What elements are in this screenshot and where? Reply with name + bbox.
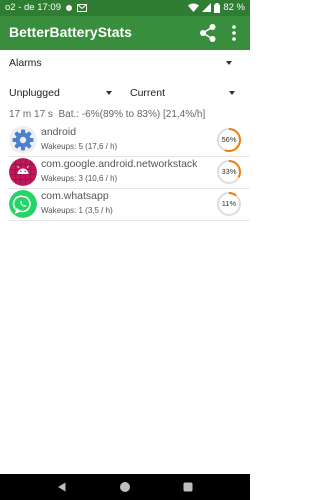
percent-ring: 56% — [216, 127, 242, 153]
app-title: BetterBatteryStats — [9, 24, 132, 40]
summary-battery: Bat.: -6%(89% to 83%) [21,4%/h] — [58, 109, 206, 120]
back-icon[interactable] — [57, 482, 67, 492]
percent-label: 11% — [221, 199, 237, 208]
chevron-down-icon — [226, 61, 232, 65]
wakeups-label: Wakeups: 3 (10,6 / h) — [41, 174, 118, 183]
chevron-down-icon — [106, 91, 112, 95]
divider — [9, 220, 250, 221]
notification-dot-icon — [66, 4, 72, 11]
more-options-icon[interactable] — [228, 23, 240, 43]
share-icon[interactable] — [198, 23, 218, 43]
battery-icon — [214, 2, 221, 13]
list-item[interactable]: com.google.android.networkstack Wakeups:… — [0, 157, 250, 189]
summary-duration: 17 m 17 s — [9, 109, 53, 120]
status-bar: o2 - de 17:09 82 % — [0, 0, 250, 16]
android-robot-icon — [9, 158, 37, 186]
percent-label: 33% — [221, 167, 237, 176]
carrier-time: o2 - de 17:09 — [5, 2, 61, 13]
reference-from-value: Unplugged — [9, 87, 60, 99]
wakeups-label: Wakeups: 1 (3,5 / h) — [41, 206, 113, 215]
wakeups-label: Wakeups: 5 (17,6 / h) — [41, 142, 118, 151]
list-item[interactable]: com.whatsapp Wakeups: 1 (3,5 / h) 11% — [0, 189, 250, 221]
chevron-down-icon — [229, 91, 235, 95]
percent-ring: 11% — [216, 191, 242, 217]
app-name: com.whatsapp — [41, 190, 109, 202]
list-item[interactable]: android Wakeups: 5 (17,6 / h) 56% — [0, 125, 250, 157]
app-name: com.google.android.networkstack — [41, 158, 198, 170]
mail-icon — [77, 3, 87, 12]
home-icon[interactable] — [120, 482, 130, 492]
whatsapp-icon — [9, 190, 37, 218]
navigation-bar — [0, 474, 250, 500]
settings-gear-icon — [9, 126, 37, 154]
signal-icon — [202, 3, 212, 12]
app-name: android — [41, 126, 77, 138]
recents-icon[interactable] — [183, 482, 193, 492]
reference-to-value: Current — [130, 87, 166, 99]
summary-line: 17 m 17 s Bat.: -6%(89% to 83%) [21,4%/h… — [9, 109, 205, 120]
battery-percent: 82 % — [223, 2, 245, 13]
percent-ring: 33% — [216, 159, 242, 185]
app-bar: BetterBatteryStats — [0, 16, 250, 50]
wifi-icon — [188, 3, 200, 12]
stat-type-value: Alarms — [9, 57, 42, 69]
percent-label: 56% — [221, 135, 237, 144]
